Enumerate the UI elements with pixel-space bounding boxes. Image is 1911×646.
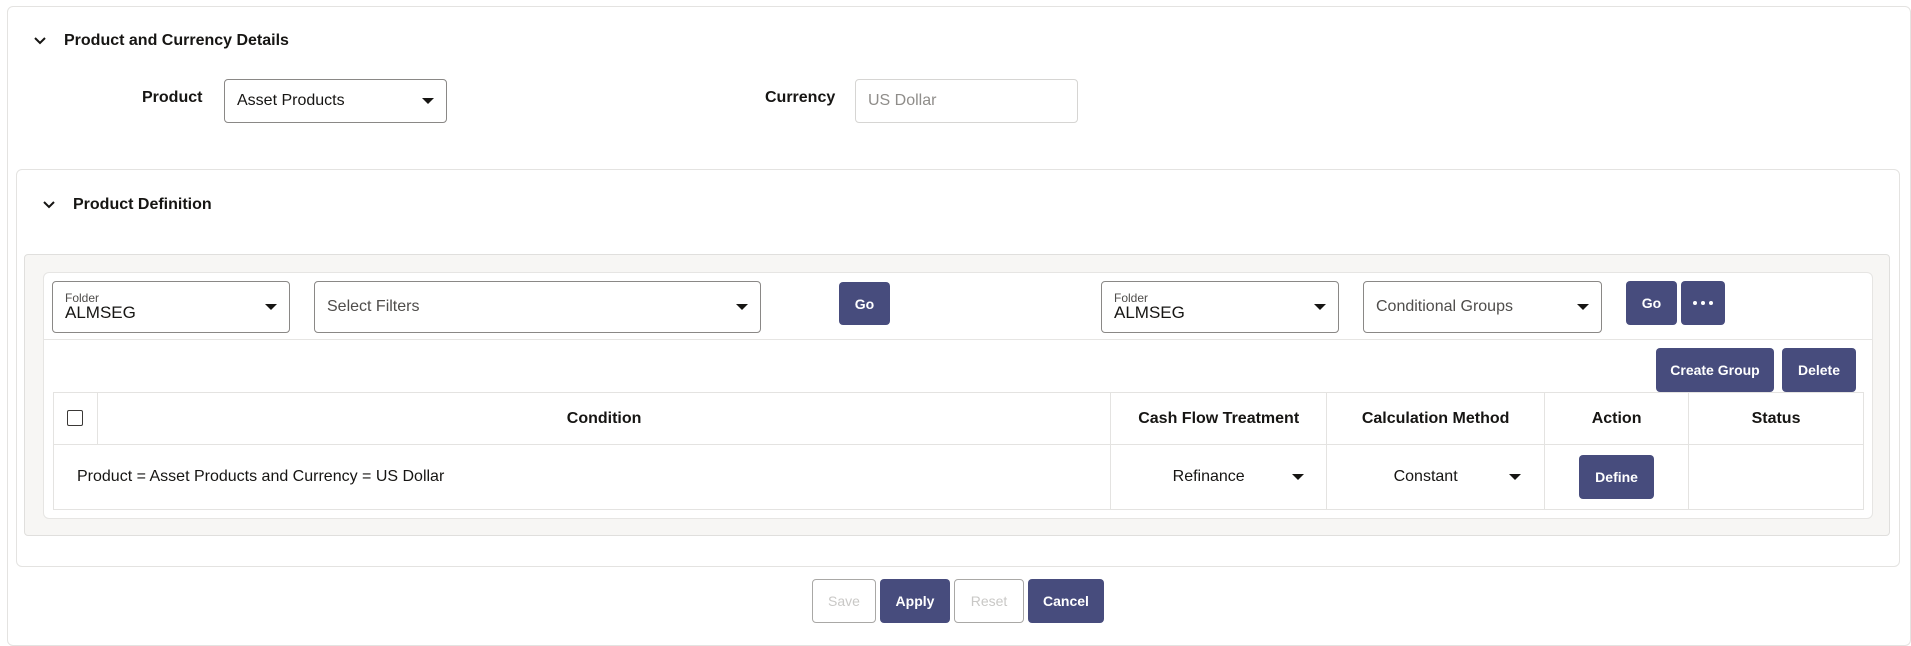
create-group-button[interactable]: Create Group bbox=[1656, 348, 1774, 392]
go-button-groups[interactable]: Go bbox=[1626, 281, 1677, 325]
section-title: Product and Currency Details bbox=[64, 32, 289, 49]
caret-down-icon bbox=[422, 98, 434, 104]
column-header-condition[interactable]: Condition bbox=[96, 392, 1112, 445]
filters-select[interactable]: Select Filters bbox=[314, 281, 761, 333]
apply-button[interactable]: Apply bbox=[880, 579, 950, 623]
folder-value: ALMSEG bbox=[65, 303, 136, 323]
define-button[interactable]: Define bbox=[1579, 455, 1655, 499]
conditional-groups-placeholder: Conditional Groups bbox=[1376, 298, 1513, 315]
folder-value: ALMSEG bbox=[1114, 303, 1185, 323]
caret-down-icon bbox=[1291, 474, 1304, 480]
reset-button[interactable]: Reset bbox=[954, 579, 1024, 623]
conditions-table: Condition Cash Flow Treatment Calculatio… bbox=[52, 392, 1864, 510]
section-title: Product Definition bbox=[73, 196, 212, 213]
currency-input[interactable]: US Dollar bbox=[855, 79, 1078, 123]
calculation-method-value: Constant bbox=[1393, 468, 1458, 485]
go-button-filters[interactable]: Go bbox=[839, 282, 890, 325]
column-header-action: Action bbox=[1544, 392, 1690, 445]
select-all-cell bbox=[53, 392, 98, 445]
conditional-groups-select[interactable]: Conditional Groups bbox=[1363, 281, 1602, 333]
chevron-down-icon[interactable] bbox=[30, 31, 50, 51]
column-header-calculation-method[interactable]: Calculation Method bbox=[1326, 392, 1546, 445]
cash-flow-treatment-cell: Refinance bbox=[1110, 444, 1328, 510]
currency-label: Currency bbox=[765, 89, 836, 106]
more-actions-button[interactable] bbox=[1681, 281, 1725, 325]
caret-down-icon bbox=[1508, 474, 1521, 480]
product-definition-section-header[interactable]: Product Definition bbox=[39, 195, 212, 215]
currency-input-placeholder: US Dollar bbox=[868, 92, 937, 109]
product-currency-section-header[interactable]: Product and Currency Details bbox=[30, 31, 289, 51]
action-cell: Define bbox=[1544, 444, 1690, 510]
column-header-cash-flow-treatment[interactable]: Cash Flow Treatment bbox=[1110, 392, 1328, 445]
product-select[interactable]: Asset Products bbox=[224, 79, 447, 123]
filters-placeholder: Select Filters bbox=[327, 298, 420, 315]
product-label: Product bbox=[142, 89, 203, 106]
calculation-method-select[interactable]: Constant bbox=[1351, 468, 1521, 486]
cancel-button[interactable]: Cancel bbox=[1028, 579, 1104, 623]
chevron-down-icon[interactable] bbox=[39, 195, 59, 215]
caret-down-icon bbox=[265, 304, 277, 310]
condition-cell: Product = Asset Products and Currency = … bbox=[52, 444, 1112, 510]
folder-select-right[interactable]: Folder ALMSEG bbox=[1101, 281, 1339, 333]
table-header-row: Condition Cash Flow Treatment Calculatio… bbox=[53, 392, 1864, 445]
cash-flow-treatment-value: Refinance bbox=[1172, 468, 1245, 485]
ellipsis-icon bbox=[1693, 301, 1713, 305]
caret-down-icon bbox=[1577, 304, 1589, 310]
save-button[interactable]: Save bbox=[812, 579, 876, 623]
delete-button[interactable]: Delete bbox=[1782, 348, 1856, 392]
product-select-value: Asset Products bbox=[237, 92, 345, 109]
calculation-method-cell: Constant bbox=[1326, 444, 1546, 510]
caret-down-icon bbox=[1314, 304, 1326, 310]
table-row[interactable]: Product = Asset Products and Currency = … bbox=[52, 444, 1864, 510]
select-all-checkbox[interactable] bbox=[67, 410, 84, 427]
status-cell bbox=[1688, 444, 1864, 510]
cash-flow-treatment-select[interactable]: Refinance bbox=[1134, 468, 1304, 486]
folder-select-left[interactable]: Folder ALMSEG bbox=[52, 281, 290, 333]
column-header-status[interactable]: Status bbox=[1688, 392, 1864, 445]
caret-down-icon bbox=[736, 304, 748, 310]
